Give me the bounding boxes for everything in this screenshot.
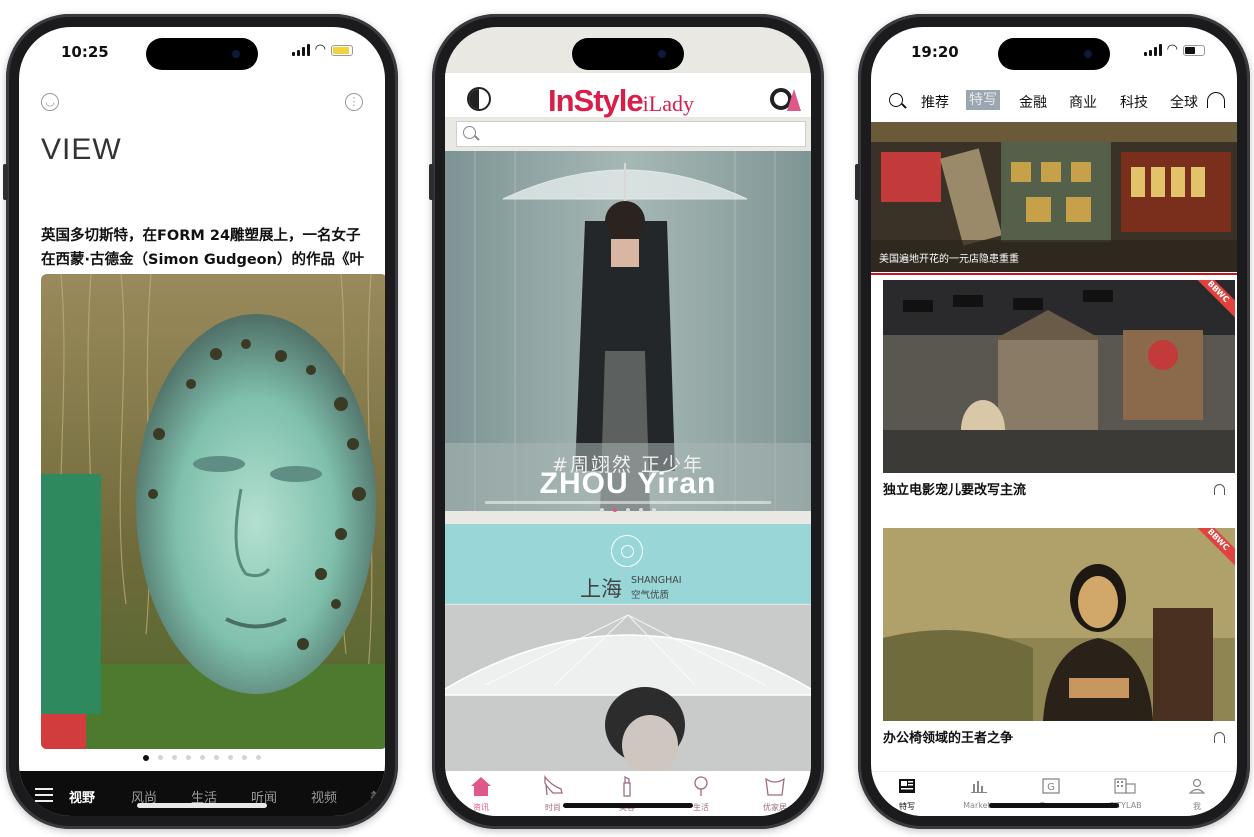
wifi-icon: ◠ — [314, 42, 326, 57]
svg-text:G: G — [1047, 782, 1055, 793]
nav-business[interactable]: 商业 — [1069, 92, 1097, 112]
phone-instyle-app: InStyleiLady #周翊然 正少年 ZHOU Yiran 上海 SHAN… — [429, 14, 824, 829]
film-set-image — [883, 280, 1235, 473]
status-time: 10:25 — [61, 43, 109, 61]
screen: 19:20 ◠ 推荐 特写 金融 商业 科技 全球 美国遍地开花的一元店隐患重重… — [871, 27, 1237, 816]
hero-caption — [485, 501, 771, 504]
tab-vision[interactable]: 视野 — [69, 787, 95, 806]
air-quality: 空气优质 — [631, 590, 670, 601]
divider — [871, 273, 1237, 275]
signal-icon — [1143, 44, 1162, 56]
pager-dot-active — [613, 508, 617, 512]
top-nav: 推荐 特写 金融 商业 科技 全球 — [871, 89, 1237, 117]
nav-global[interactable]: 全球 — [1170, 92, 1198, 112]
brand-title: VIEW — [41, 133, 122, 166]
tab-video[interactable]: 视频 — [311, 787, 337, 806]
sun-icon — [611, 535, 643, 567]
dynamic-island — [998, 38, 1110, 70]
nav-recommended[interactable]: 推荐 — [921, 92, 949, 112]
screen: 10:25 ◠ ◡ ⋮ VIEW 英国多切斯特，在FORM 24雕塑展上，一名女… — [19, 27, 385, 816]
article-card[interactable]: BBWC — [883, 280, 1235, 473]
dynamic-island — [572, 38, 684, 70]
signal-icon — [291, 44, 310, 56]
wifi-icon: ◠ — [1166, 42, 1178, 57]
home-decor-icon — [765, 777, 785, 796]
tab-label: 优家居 — [763, 803, 787, 812]
newspaper-icon — [899, 779, 915, 793]
heel-icon — [544, 775, 563, 796]
profile-icon[interactable]: ◡ — [41, 93, 59, 111]
tab-label: 我 — [1193, 802, 1201, 811]
status-time: 19:20 — [911, 43, 959, 61]
audio-icon[interactable] — [1214, 732, 1225, 743]
qa-icon[interactable] — [770, 85, 804, 113]
city-icon — [1114, 778, 1136, 794]
bottom-tab-bar: 特写 Markets G Green CITYLAB 我 — [871, 771, 1237, 816]
weather-city-en: SHANGHAI — [631, 575, 682, 586]
home-indicator — [989, 803, 1119, 808]
sculpture-image — [41, 274, 385, 749]
tab-home-decor[interactable]: 优家居 — [745, 775, 805, 813]
logo-sub: iLady — [642, 91, 694, 116]
lollipop-icon — [694, 776, 708, 796]
carousel-pager — [19, 755, 385, 761]
more-icon[interactable]: ⋮ — [345, 93, 363, 111]
tab-me[interactable]: 我 — [1167, 778, 1227, 812]
umbrella-image — [445, 605, 811, 771]
article-photo[interactable] — [445, 605, 811, 771]
app-logo: InStyleiLady — [548, 83, 694, 119]
headphones-icon[interactable] — [1207, 92, 1225, 108]
home-indicator — [563, 803, 693, 808]
bottom-tab-bar: 资讯 时尚 美容 生活 优家居 — [445, 771, 811, 816]
pager-dot-active — [143, 755, 149, 761]
person-icon — [1188, 778, 1206, 794]
home-indicator — [137, 803, 267, 808]
hero-title-en: ZHOU Yiran — [539, 467, 717, 500]
phone-bloomberg-app: 19:20 ◠ 推荐 特写 金融 商业 科技 全球 美国遍地开花的一元店隐患重重… — [855, 14, 1250, 829]
mona-lisa-image — [883, 528, 1235, 721]
screen: InStyleiLady #周翊然 正少年 ZHOU Yiran 上海 SHAN… — [445, 27, 811, 816]
nav-tech[interactable]: 科技 — [1120, 92, 1148, 112]
tab-beauty[interactable]: 美容 — [370, 787, 385, 816]
article-title[interactable]: 独立电影宠儿要改写主流 — [883, 479, 1026, 498]
nav-finance[interactable]: 金融 — [1019, 92, 1047, 112]
globe-icon[interactable] — [467, 87, 491, 111]
mute-switch — [429, 164, 434, 200]
mute-switch — [3, 164, 8, 200]
green-g-icon: G — [1042, 778, 1060, 794]
home-icon — [471, 777, 491, 796]
tab-features[interactable]: 特写 — [877, 778, 937, 812]
battery-icon — [1183, 44, 1205, 56]
article-title[interactable]: 办公椅领域的王者之争 — [883, 727, 1013, 746]
article-title: 美国遍地开花的一元店隐患重重 — [879, 254, 1019, 265]
bar-chart-icon — [971, 781, 987, 793]
search-input[interactable] — [456, 121, 806, 147]
hero-pager — [445, 508, 811, 512]
search-icon[interactable] — [889, 93, 903, 107]
logo-main: InStyle — [548, 83, 644, 118]
search-icon — [463, 126, 476, 139]
battery-icon — [331, 44, 353, 56]
tab-label: 特写 — [899, 802, 915, 811]
article-photo[interactable] — [41, 274, 385, 749]
nav-features[interactable]: 特写 — [966, 90, 1000, 110]
weather-city: 上海 — [580, 577, 622, 601]
menu-icon[interactable] — [35, 788, 53, 802]
lipstick-icon — [623, 775, 631, 797]
tab-news[interactable]: 资讯 — [451, 775, 511, 813]
article-card[interactable]: 美国遍地开花的一元店隐患重重 — [871, 122, 1237, 272]
phone-view-app: 10:25 ◠ ◡ ⋮ VIEW 英国多切斯特，在FORM 24雕塑展上，一名女… — [3, 14, 398, 829]
audio-icon[interactable] — [1214, 484, 1225, 495]
article-card[interactable]: BBWC — [883, 528, 1235, 721]
tab-label: 资讯 — [473, 803, 489, 812]
mute-switch — [855, 164, 860, 200]
bottom-tab-bar: 视野 风尚 生活 听闻 视频 美容 — [19, 771, 385, 816]
dynamic-island — [146, 38, 258, 70]
